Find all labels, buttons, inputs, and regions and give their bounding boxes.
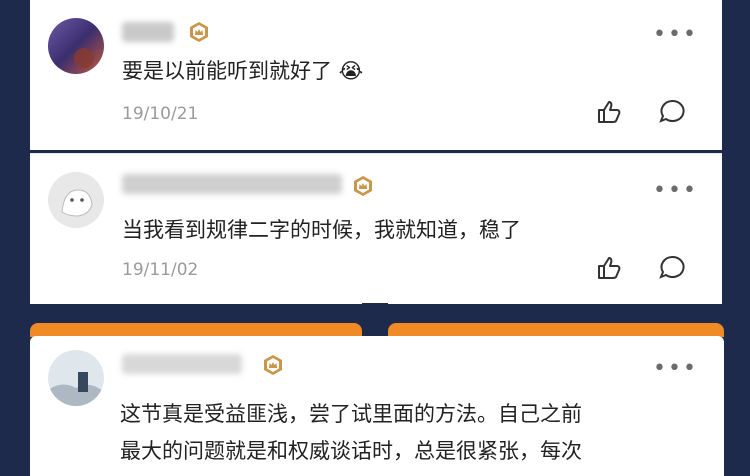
vip-badge-icon — [190, 22, 208, 42]
username-blurred — [122, 22, 174, 42]
like-icon[interactable] — [596, 254, 624, 282]
section-tab-right — [388, 323, 724, 337]
comment-text-line1: 这节真是受益匪浅，尝了试里面的方法。自己之前 — [120, 402, 582, 426]
comment-date: 19/10/21 — [122, 104, 199, 124]
comment-card-3: ••• 这节真是受益匪浅，尝了试里面的方法。自己之前 最大的问题就是和权威谈话时… — [30, 336, 724, 476]
section-tab-left — [30, 323, 362, 337]
avatar[interactable] — [48, 350, 104, 406]
comment-text: 当我看到规律二字的时候，我就知道，稳了 — [122, 218, 521, 242]
comment-date: 19/11/02 — [122, 260, 199, 280]
avatar[interactable] — [48, 18, 104, 74]
avatar[interactable] — [48, 172, 104, 228]
username-blurred — [122, 174, 342, 194]
more-icon[interactable]: ••• — [653, 180, 698, 202]
comment-text: 要是以前能听到就好了 😭 — [122, 59, 364, 83]
username-blurred — [122, 354, 242, 374]
comment-card-1: ••• 要是以前能听到就好了 😭 19/10/21 — [30, 0, 722, 150]
comment-icon[interactable] — [658, 98, 686, 126]
comment-icon[interactable] — [658, 254, 686, 282]
comment-card-2: ••• 当我看到规律二字的时候，我就知道，稳了 19/11/02 — [30, 153, 722, 304]
like-icon[interactable] — [596, 98, 624, 126]
comment-text-line2: 最大的问题就是和权威谈话时，总是很紧张，每次 — [120, 439, 582, 463]
vip-badge-icon — [264, 355, 282, 375]
tab-divider — [362, 303, 388, 337]
more-icon[interactable]: ••• — [653, 24, 698, 46]
more-icon[interactable]: ••• — [653, 358, 698, 380]
vip-badge-icon — [354, 176, 372, 196]
